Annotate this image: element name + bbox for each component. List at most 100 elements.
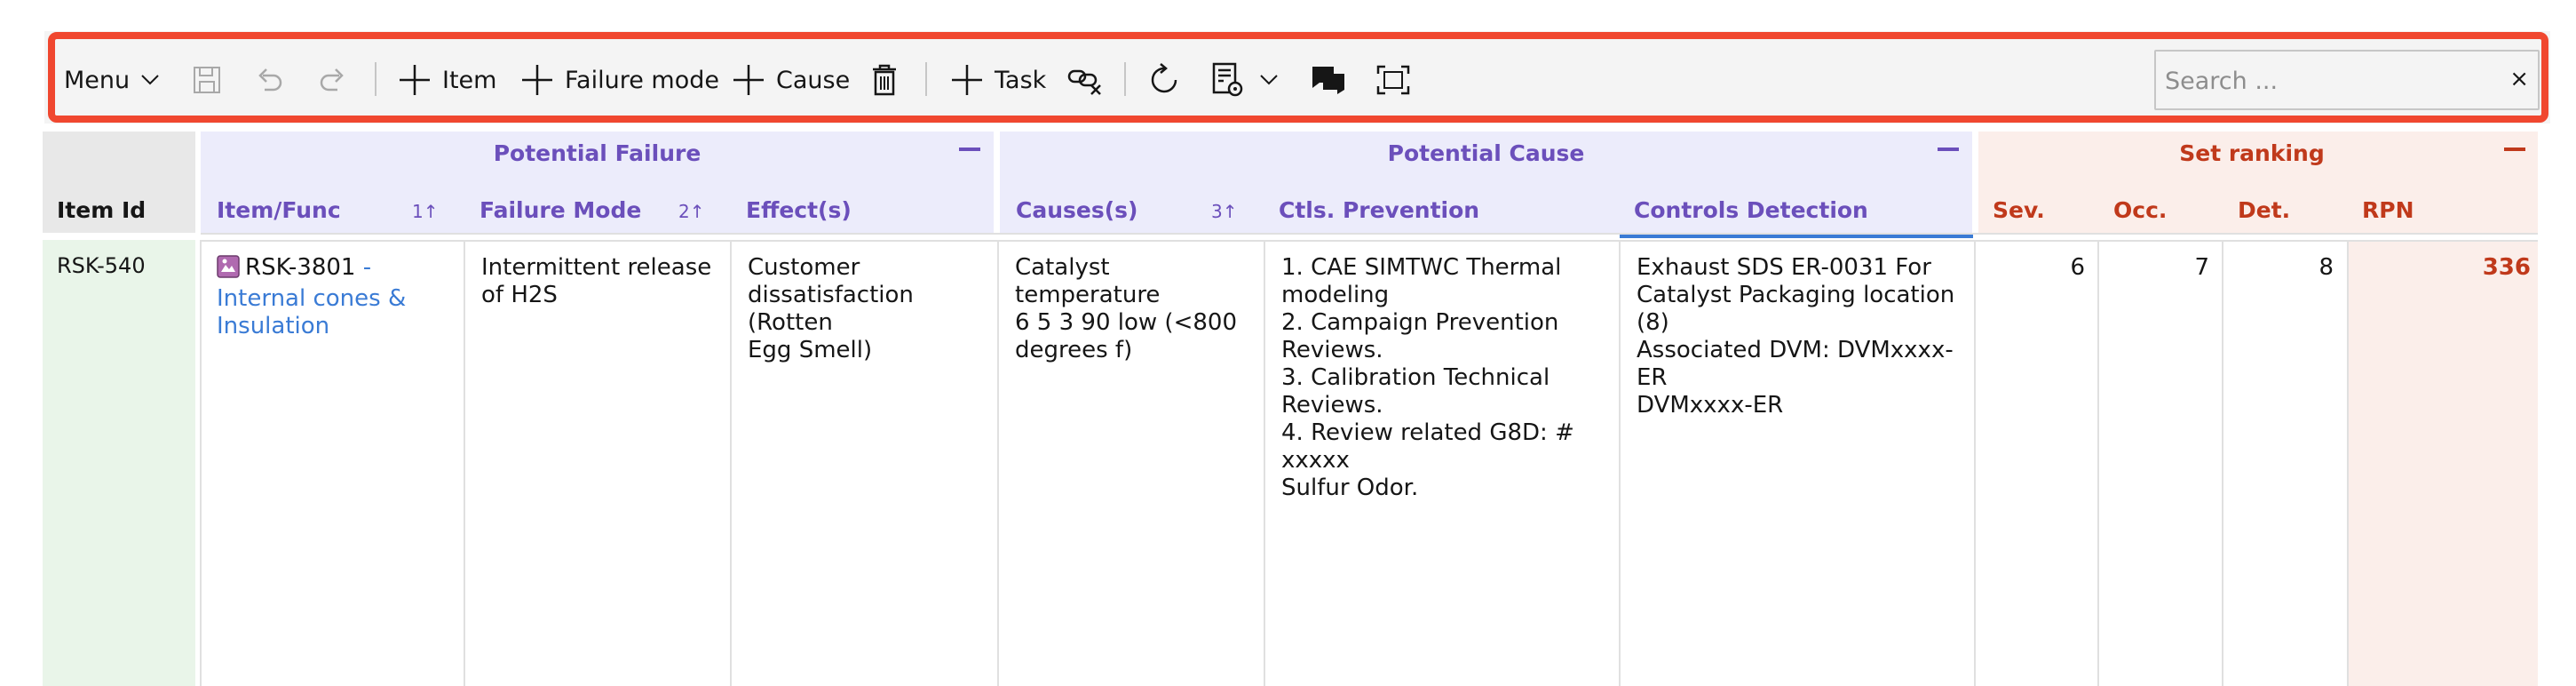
cell-line: 1. CAE SIMTWC Thermal <box>1281 254 1562 281</box>
cell-line: 6 5 3 90 low (<800 <box>1015 309 1237 336</box>
cell-line: Reviews. <box>1281 337 1383 363</box>
item-id-value[interactable]: RSK-540 <box>57 252 146 280</box>
column-header-occ[interactable]: Occ. <box>2113 197 2167 223</box>
collapse-icon[interactable] <box>959 148 980 151</box>
plus-icon <box>520 63 554 97</box>
cell-line: dissatisfaction (Rotten <box>748 282 914 336</box>
group-potential-cause: Potential Cause <box>1387 140 1585 166</box>
grid-line <box>464 240 465 686</box>
sort-order: 1 <box>412 201 424 222</box>
cell-line: Catalyst temperature <box>1015 254 1161 308</box>
cell-line: Reviews. <box>1281 392 1383 419</box>
column-header-rpn[interactable]: RPN <box>2362 197 2414 223</box>
cell-line: Catalyst Packaging location (8) <box>1637 282 1955 336</box>
cell-line: 2. Campaign Prevention <box>1281 309 1559 336</box>
det-value[interactable]: 8 <box>2238 254 2334 281</box>
column-header-det[interactable]: Det. <box>2238 197 2290 223</box>
sort-order: 2 <box>678 201 690 222</box>
refresh-icon[interactable] <box>1147 60 1183 100</box>
close-icon[interactable]: × <box>2509 66 2529 92</box>
item-link[interactable]: Internal cones & <box>217 285 406 312</box>
delete-icon[interactable] <box>870 60 899 100</box>
save-icon[interactable] <box>192 60 222 100</box>
sort-indicator[interactable]: 1↑ <box>412 201 439 222</box>
add-task-button[interactable]: Task <box>950 60 1046 100</box>
item-separator: - <box>355 254 372 281</box>
search-input[interactable]: Search ... × <box>2154 50 2540 110</box>
collapse-icon[interactable] <box>1938 148 1959 151</box>
add-item-button[interactable]: Item <box>398 60 496 100</box>
arrow-up-icon: ↑ <box>1222 201 1238 222</box>
cell-line: Exhaust SDS ER-0031 For <box>1637 254 1931 281</box>
cell-line: 3. Calibration Technical <box>1281 364 1550 391</box>
report-settings-icon[interactable] <box>1211 60 1247 100</box>
plus-icon <box>950 63 984 97</box>
fullscreen-icon[interactable] <box>1376 60 1410 100</box>
chevron-down-icon[interactable] <box>1259 60 1279 100</box>
item-code: RSK-3801 <box>245 254 356 281</box>
cell-line: modeling <box>1281 282 1390 308</box>
cell-line: DVMxxxx-ER <box>1637 392 1784 419</box>
grid-line <box>200 240 202 686</box>
cell-line: Sulfur Odor. <box>1281 475 1419 501</box>
menu-button[interactable]: Menu <box>64 60 160 100</box>
effects-cell[interactable]: Customer dissatisfaction (Rotten Egg Sme… <box>748 254 993 364</box>
detection-cell[interactable]: Exhaust SDS ER-0031 For Catalyst Packagi… <box>1637 254 1970 419</box>
column-header-failure-mode[interactable]: Failure Mode <box>480 197 641 223</box>
cell-line: Associated DVM: DVMxxxx-ER <box>1637 337 1954 391</box>
group-set-ranking: Set ranking <box>2179 140 2325 166</box>
plus-icon <box>732 63 765 97</box>
item-id-cell-bg <box>43 240 195 686</box>
toolbar-divider <box>925 62 927 96</box>
cell-line: Customer <box>748 254 860 281</box>
sort-indicator[interactable]: 2↑ <box>678 201 705 222</box>
add-failure-mode-button[interactable]: Failure mode <box>520 60 719 100</box>
toolbar-divider <box>1124 62 1126 96</box>
grid-line <box>2222 240 2223 686</box>
column-header-item-func[interactable]: Item/Func <box>217 197 341 223</box>
occ-value[interactable]: 7 <box>2113 254 2209 281</box>
prevention-cell[interactable]: 1. CAE SIMTWC Thermal modeling 2. Campai… <box>1281 254 1615 502</box>
grid-line <box>2347 240 2349 686</box>
column-header-ctls-prevention[interactable]: Ctls. Prevention <box>1279 197 1479 223</box>
grid-line <box>997 240 999 686</box>
cell-line: Egg Smell) <box>748 337 873 363</box>
active-column-indicator <box>1620 235 1973 238</box>
search-placeholder: Search ... <box>2165 68 2279 95</box>
cell-line: of H2S <box>481 282 558 308</box>
item-func-cell[interactable]: RSK-3801 - Internal cones & Insulation <box>217 254 456 340</box>
add-task-label: Task <box>995 66 1047 94</box>
add-item-label: Item <box>442 66 497 94</box>
column-header-controls-detection[interactable]: Controls Detection <box>1634 197 1868 223</box>
add-cause-label: Cause <box>776 66 851 94</box>
grid-line <box>730 240 732 686</box>
sort-order: 3 <box>1211 201 1223 222</box>
sev-value[interactable]: 6 <box>1989 254 2085 281</box>
column-header-causes[interactable]: Causes(s) <box>1016 197 1137 223</box>
grid-line <box>1264 240 1265 686</box>
arrow-up-icon: ↑ <box>423 201 439 222</box>
row-top-divider <box>201 240 2538 242</box>
sort-indicator[interactable]: 3↑ <box>1211 201 1238 222</box>
plus-icon <box>398 63 432 97</box>
menu-label: Menu <box>64 66 131 94</box>
header-divider <box>201 233 2538 235</box>
unlink-icon[interactable] <box>1067 60 1103 100</box>
chevron-down-icon <box>140 74 160 86</box>
comments-icon[interactable] <box>1311 60 1346 100</box>
column-header-sev[interactable]: Sev. <box>1993 197 2045 223</box>
rpn-value: 336 <box>2482 254 2531 281</box>
column-header-item-id[interactable]: Item Id <box>57 197 146 223</box>
collapse-icon[interactable] <box>2504 148 2525 151</box>
cell-line: Intermittent release <box>481 254 712 281</box>
cell-line: 4. Review related G8D: # xxxxx <box>1281 419 1574 474</box>
undo-icon[interactable] <box>254 60 284 100</box>
causes-cell[interactable]: Catalyst temperature 6 5 3 90 low (<800 … <box>1015 254 1260 364</box>
item-link[interactable]: Insulation <box>217 313 329 339</box>
redo-icon[interactable] <box>318 60 348 100</box>
column-header-effects[interactable]: Effect(s) <box>746 197 852 223</box>
add-cause-button[interactable]: Cause <box>732 60 850 100</box>
failure-mode-cell[interactable]: Intermittent release of H2S <box>481 254 723 309</box>
add-failure-mode-label: Failure mode <box>565 66 719 94</box>
rpn-cell-bg <box>2348 240 2538 686</box>
